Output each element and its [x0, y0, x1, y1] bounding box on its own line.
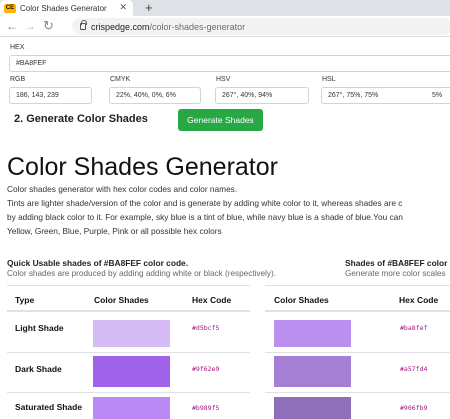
- hex-code-value[interactable]: #b989f5: [192, 404, 219, 412]
- color-shades-heading: Shades of #BA8FEF color: [345, 258, 448, 268]
- tab-title: Color Shades Generator: [20, 3, 107, 13]
- url-bar[interactable]: crispedge.com/color-shades-generator: [72, 18, 450, 35]
- table-divider: [7, 352, 250, 353]
- description-line-1: Tints are lighter shade/version of the c…: [7, 198, 403, 208]
- url-path: /color-shades-generator: [149, 21, 246, 32]
- hsv-label: HSV: [216, 76, 231, 83]
- hex-code-value[interactable]: #9f62e9: [192, 365, 219, 373]
- shade-swatch[interactable]: [274, 397, 351, 419]
- site-favicon-icon: CE: [4, 3, 16, 13]
- quick-shades-subtext: Color shades are produced by adding addi…: [7, 269, 276, 278]
- rgb-input[interactable]: 186, 143, 239: [9, 87, 92, 104]
- close-tab-icon[interactable]: ✕: [119, 2, 127, 13]
- shade-type-label: Dark Shade: [15, 364, 62, 374]
- cmyk-input[interactable]: 22%, 40%, 0%, 6%: [109, 87, 201, 104]
- hex-code-value[interactable]: #ba8fef: [400, 324, 427, 332]
- shade-type-label: Light Shade: [15, 323, 64, 333]
- quick-shades-heading: Quick Usable shades of #BA8FEF color cod…: [7, 258, 189, 268]
- hex-code-value[interactable]: #a57fd4: [400, 365, 427, 373]
- table-divider: [7, 310, 250, 312]
- address-bar-row: ← → ↻ crispedge.com/color-shades-generat…: [0, 16, 450, 37]
- table-divider: [265, 285, 450, 286]
- generate-shades-button[interactable]: Generate Shades: [178, 109, 263, 131]
- saturated-shade-swatch[interactable]: [93, 397, 170, 419]
- page-title: Color Shades Generator: [7, 153, 278, 181]
- dark-shade-swatch[interactable]: [93, 356, 170, 387]
- hsl-input[interactable]: 267°, 75%, 75% 5%: [321, 87, 450, 104]
- generate-shades-heading: 2. Generate Color Shades: [14, 113, 148, 125]
- description-line-3: Yellow, Green, Blue, Purple, Pink or all…: [7, 226, 222, 236]
- col-header-hex-code: Hex Code: [399, 295, 439, 305]
- col-header-color-shades: Color Shades: [94, 295, 149, 305]
- browser-tab-bar: CE Color Shades Generator ✕ +: [0, 0, 450, 16]
- shade-swatch[interactable]: [274, 320, 351, 347]
- col-header-type: Type: [15, 295, 35, 305]
- hex-input[interactable]: #BA8FEF: [9, 55, 450, 72]
- hex-label: HEX: [10, 44, 25, 51]
- hsl-label: HSL: [322, 76, 336, 83]
- description-line-2: by adding black color to it. For example…: [7, 212, 403, 222]
- table-divider: [265, 352, 450, 353]
- hsl-value: 267°, 75%, 75%: [328, 92, 379, 99]
- forward-arrow-icon[interactable]: →: [24, 19, 36, 33]
- hsv-input[interactable]: 267°, 40%, 94%: [215, 87, 309, 104]
- reload-icon[interactable]: ↻: [43, 19, 54, 33]
- hex-code-value[interactable]: #d5bcf5: [192, 324, 219, 332]
- table-divider: [7, 392, 250, 393]
- new-tab-icon[interactable]: +: [145, 0, 153, 16]
- col-header-hex-code: Hex Code: [192, 295, 232, 305]
- col-header-color-shades: Color Shades: [274, 295, 329, 305]
- table-divider: [265, 392, 450, 393]
- shade-type-label: Saturated Shade: [15, 402, 83, 412]
- cmyk-label: CMYK: [110, 76, 131, 83]
- table-divider: [265, 310, 450, 312]
- back-arrow-icon[interactable]: ←: [6, 19, 18, 33]
- color-scales-subtext: Generate more color scales: [345, 269, 446, 278]
- intro-text: Color shades generator with hex color co…: [7, 184, 238, 194]
- rgb-label: RGB: [10, 76, 26, 83]
- browser-tab[interactable]: CE Color Shades Generator ✕: [0, 0, 133, 16]
- shade-swatch[interactable]: [274, 356, 351, 387]
- hsl-extra-value: 5%: [432, 92, 443, 99]
- url-host: crispedge.com: [91, 21, 150, 32]
- hex-code-value[interactable]: #906fb9: [400, 404, 427, 412]
- light-shade-swatch[interactable]: [93, 320, 170, 347]
- table-divider: [7, 285, 250, 286]
- lock-icon: [80, 20, 87, 30]
